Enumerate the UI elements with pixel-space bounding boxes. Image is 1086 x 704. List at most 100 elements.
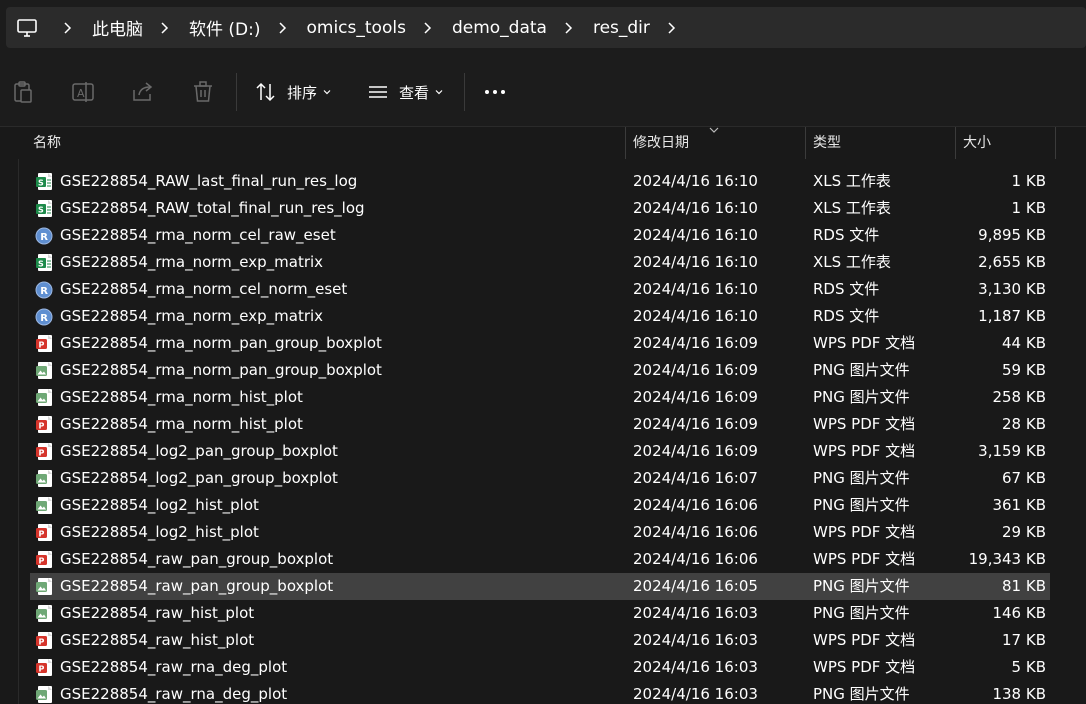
column-divider[interactable]: [955, 127, 956, 159]
share-icon[interactable]: [130, 79, 156, 105]
file-size: 28 KB: [1002, 415, 1046, 433]
file-row[interactable]: GSE228854_raw_rna_deg_plot 2024/4/16 16:…: [30, 681, 1050, 704]
file-row[interactable]: R GSE228854_rma_norm_exp_matrix 2024/4/1…: [30, 303, 1050, 330]
file-row[interactable]: GSE228854_log2_hist_plot 2024/4/16 16:06…: [30, 492, 1050, 519]
breadcrumb-item-demo-data[interactable]: demo_data: [448, 18, 551, 38]
file-type: PNG 图片文件: [813, 604, 910, 622]
chevron-right-icon[interactable]: [422, 21, 434, 34]
command-bar: A 排序 查看: [0, 56, 1086, 127]
file-row[interactable]: P GSE228854_raw_pan_group_boxplot 2024/4…: [30, 546, 1050, 573]
file-row[interactable]: R GSE228854_rma_norm_cel_raw_eset 2024/4…: [30, 222, 1050, 249]
breadcrumb: 此电脑 软件 (D:) omics_tools demo_data res_di…: [50, 7, 692, 48]
file-row[interactable]: GSE228854_rma_norm_pan_group_boxplot 202…: [30, 357, 1050, 384]
file-name: GSE228854_rma_norm_exp_matrix: [60, 307, 324, 325]
sort-button[interactable]: 排序: [255, 78, 341, 106]
file-row[interactable]: GSE228854_raw_pan_group_boxplot 2024/4/1…: [30, 573, 1050, 600]
column-modified[interactable]: 修改日期: [633, 127, 689, 159]
navigation-pane-edge: [18, 127, 19, 704]
chevron-right-icon[interactable]: [563, 21, 575, 34]
r-file-icon: R: [35, 227, 53, 245]
file-name: GSE228854_rma_norm_cel_norm_eset: [60, 280, 348, 298]
breadcrumb-item-res-dir[interactable]: res_dir: [589, 18, 654, 38]
computer-icon[interactable]: [16, 17, 38, 39]
address-bar[interactable]: 此电脑 软件 (D:) omics_tools demo_data res_di…: [6, 7, 1086, 48]
file-row[interactable]: P GSE228854_log2_hist_plot 2024/4/16 16:…: [30, 519, 1050, 546]
chevron-right-icon[interactable]: [277, 21, 289, 34]
file-modified-date: 2024/4/16 16:10: [633, 172, 758, 190]
file-row[interactable]: GSE228854_rma_norm_hist_plot 2024/4/16 1…: [30, 384, 1050, 411]
column-divider[interactable]: [805, 127, 806, 159]
view-button[interactable]: 查看: [367, 78, 453, 106]
file-modified-date: 2024/4/16 16:09: [633, 415, 758, 433]
file-type: RDS 文件: [813, 307, 880, 325]
breadcrumb-item-drive-d[interactable]: 软件 (D:): [185, 15, 265, 40]
column-divider[interactable]: [1055, 127, 1056, 159]
file-modified-date: 2024/4/16 16:03: [633, 685, 758, 703]
svg-text:S: S: [38, 260, 44, 269]
file-type: WPS PDF 文档: [813, 415, 916, 433]
column-size[interactable]: 大小: [963, 127, 991, 159]
chevron-right-icon[interactable]: [62, 21, 74, 34]
file-modified-date: 2024/4/16 16:06: [633, 523, 758, 541]
file-row[interactable]: S GSE228854_RAW_total_final_run_res_log …: [30, 195, 1050, 222]
png-file-icon: [36, 578, 52, 595]
file-size: 9,895 KB: [978, 226, 1046, 244]
sort-descending-icon: [709, 127, 719, 133]
delete-icon[interactable]: [190, 79, 216, 105]
paste-icon[interactable]: [10, 79, 36, 105]
chevron-right-icon[interactable]: [666, 21, 678, 34]
file-name: GSE228854_rma_norm_hist_plot: [60, 415, 303, 433]
file-row[interactable]: P GSE228854_rma_norm_hist_plot 2024/4/16…: [30, 411, 1050, 438]
column-name[interactable]: 名称: [33, 127, 61, 159]
file-row[interactable]: S GSE228854_RAW_last_final_run_res_log 2…: [30, 168, 1050, 195]
file-row[interactable]: GSE228854_raw_hist_plot 2024/4/16 16:03 …: [30, 600, 1050, 627]
file-type: XLS 工作表: [813, 199, 891, 217]
file-type: WPS PDF 文档: [813, 334, 916, 352]
file-size: 44 KB: [1002, 334, 1046, 352]
pdf-file-icon: P: [36, 416, 52, 433]
file-size: 1,187 KB: [978, 307, 1046, 325]
pdf-file-icon: P: [36, 443, 52, 460]
more-options-icon[interactable]: [482, 79, 508, 105]
file-size: 59 KB: [1002, 361, 1046, 379]
file-modified-date: 2024/4/16 16:09: [633, 361, 758, 379]
file-name: GSE228854_log2_hist_plot: [60, 496, 259, 514]
file-type: PNG 图片文件: [813, 685, 910, 703]
file-name: GSE228854_log2_pan_group_boxplot: [60, 469, 338, 487]
pdf-file-icon: P: [36, 632, 52, 649]
xls-file-icon: S: [36, 173, 52, 190]
svg-text:P: P: [39, 557, 45, 566]
file-type: PNG 图片文件: [813, 577, 910, 595]
file-modified-date: 2024/4/16 16:10: [633, 307, 758, 325]
file-row[interactable]: R GSE228854_rma_norm_cel_norm_eset 2024/…: [30, 276, 1050, 303]
file-name: GSE228854_rma_norm_hist_plot: [60, 388, 303, 406]
column-type[interactable]: 类型: [813, 127, 841, 159]
column-divider[interactable]: [625, 127, 626, 159]
file-name: GSE228854_log2_hist_plot: [60, 523, 259, 541]
file-modified-date: 2024/4/16 16:06: [633, 496, 758, 514]
file-row[interactable]: P GSE228854_raw_hist_plot 2024/4/16 16:0…: [30, 627, 1050, 654]
rename-icon[interactable]: A: [70, 79, 96, 105]
file-modified-date: 2024/4/16 16:07: [633, 469, 758, 487]
file-row[interactable]: P GSE228854_raw_rna_deg_plot 2024/4/16 1…: [30, 654, 1050, 681]
file-row[interactable]: S GSE228854_rma_norm_exp_matrix 2024/4/1…: [30, 249, 1050, 276]
file-name: GSE228854_log2_pan_group_boxplot: [60, 442, 338, 460]
file-size: 3,130 KB: [978, 280, 1046, 298]
file-type: WPS PDF 文档: [813, 523, 916, 541]
file-name: GSE228854_rma_norm_pan_group_boxplot: [60, 361, 382, 379]
png-file-icon: [36, 497, 52, 514]
file-size: 5 KB: [1011, 658, 1046, 676]
breadcrumb-item-omics-tools[interactable]: omics_tools: [303, 18, 410, 38]
file-row[interactable]: GSE228854_log2_pan_group_boxplot 2024/4/…: [30, 465, 1050, 492]
file-row[interactable]: P GSE228854_log2_pan_group_boxplot 2024/…: [30, 438, 1050, 465]
svg-text:P: P: [39, 341, 45, 350]
file-size: 1 KB: [1011, 199, 1046, 217]
svg-text:R: R: [40, 286, 48, 297]
breadcrumb-item-this-pc[interactable]: 此电脑: [88, 15, 147, 40]
png-file-icon: [36, 605, 52, 622]
file-row[interactable]: P GSE228854_rma_norm_pan_group_boxplot 2…: [30, 330, 1050, 357]
chevron-right-icon[interactable]: [159, 21, 171, 34]
toolbar-divider: [464, 73, 465, 111]
file-type: RDS 文件: [813, 226, 880, 244]
sort-label: 排序: [287, 83, 318, 102]
